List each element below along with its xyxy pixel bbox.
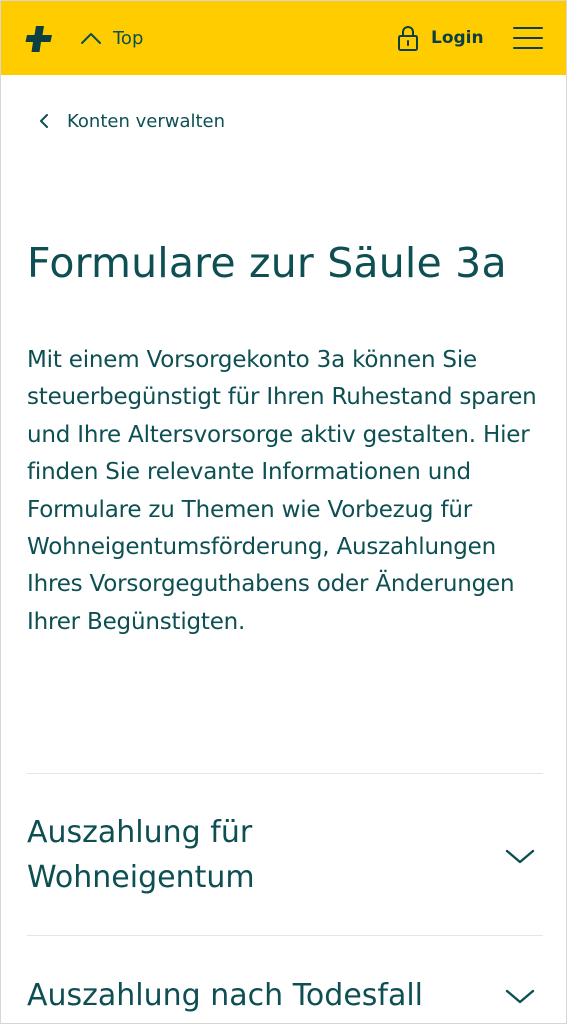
breadcrumb-back-link[interactable]: Konten verwalten: [39, 107, 225, 135]
accordion-item-wohneigentum[interactable]: Auszahlung für Wohneigentum: [27, 774, 543, 935]
hamburger-menu-icon[interactable]: [513, 27, 543, 49]
swiss-cross-logo[interactable]: [25, 25, 53, 53]
chevron-down-icon: [505, 849, 535, 864]
page-title: Formulare zur Säule 3a: [27, 239, 507, 287]
accordion-item-todesfall[interactable]: Auszahlung nach Todesfall: [27, 936, 543, 1023]
login-button[interactable]: Login: [398, 23, 484, 53]
accordion-title: Auszahlung nach Todesfall: [27, 978, 424, 1013]
accordion-title: Auszahlung für Wohneigentum: [27, 815, 255, 895]
top-label: Top: [113, 27, 144, 49]
breadcrumb-label: Konten verwalten: [67, 110, 226, 132]
chevron-up-icon: [81, 33, 101, 44]
intro-paragraph: Mit einem Vorsorgekonto 3a können Sie st…: [27, 347, 537, 635]
scroll-to-top-link[interactable]: Top: [81, 25, 143, 51]
lock-icon: [398, 26, 418, 51]
login-label: Login: [431, 28, 484, 48]
top-header: Top Login: [1, 1, 566, 75]
chevron-down-icon: [505, 989, 535, 1004]
chevron-left-icon: [40, 114, 48, 128]
page-frame: Top Login Konten verwalten Formulare zur…: [0, 0, 567, 1024]
